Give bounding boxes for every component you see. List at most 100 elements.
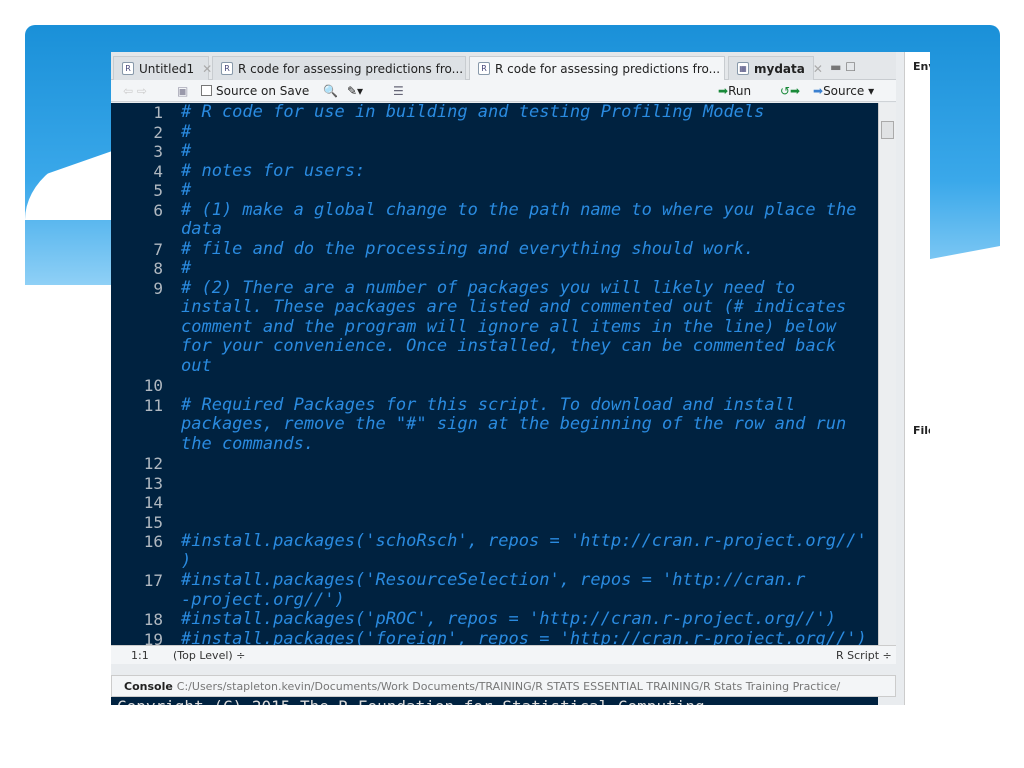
r-file-icon: R <box>122 62 134 75</box>
code-text: packages, remove the "#" sign at the beg… <box>181 414 847 434</box>
code-line: the commands. <box>111 433 878 455</box>
code-text: # R code for use in building and testing… <box>181 103 765 122</box>
code-line: 19 #install.packages('foreign', repos = '… <box>111 628 878 646</box>
line-number: 9 <box>153 278 163 298</box>
code-line: -project.org//') <box>111 589 878 611</box>
code-line: 9 # (2) There are a number of packages yo… <box>111 278 878 299</box>
r-file-icon: R <box>478 62 490 75</box>
save-icon[interactable]: ▣ <box>177 84 188 98</box>
line-number <box>111 357 163 377</box>
close-icon[interactable]: ✕ <box>813 62 823 76</box>
code-line: 16 #install.packages('schoRsch', repos = … <box>111 531 878 552</box>
tab-r-code-1[interactable]: RR code for assessing predictions fro...… <box>212 56 481 80</box>
tab-r-code-2[interactable]: RR code for assessing predictions fro...… <box>469 56 738 80</box>
code-text: the commands. <box>181 433 315 454</box>
code-text: # <box>181 121 192 142</box>
line-number: 1 <box>153 103 163 122</box>
console-output[interactable]: Copyright (C) 2015 The R Foundation for … <box>111 697 878 705</box>
line-number <box>111 435 163 455</box>
code-text: -project.org//') <box>181 589 345 610</box>
code-line: 11 # Required Packages for this script. T… <box>111 395 878 416</box>
code-line: 15 <box>111 513 878 533</box>
code-line: install. These packages are listed and c… <box>111 297 878 318</box>
editor-tabs: R Untitled1 ✕ RR code for assessing predic… <box>111 52 896 80</box>
line-number <box>111 298 163 318</box>
rerun-icon[interactable]: ↺➡ <box>780 84 800 98</box>
line-number: 5 <box>153 181 163 200</box>
code-line: 13 <box>111 474 878 494</box>
line-number: 2 <box>153 122 163 142</box>
code-line: for your convenience. Once installed, th… <box>111 336 878 357</box>
tab-mydata[interactable]: ▦ mydata ✕ <box>728 56 823 80</box>
line-number: 12 <box>143 454 163 473</box>
code-line: ) <box>111 551 878 572</box>
line-number: 7 <box>153 239 163 259</box>
right-panes: Env File <box>904 52 930 705</box>
filetype-selector[interactable]: R Script ÷ <box>836 649 892 662</box>
line-number: 18 <box>143 610 163 629</box>
code-line: 7 # file and do the processing and everyt… <box>111 238 878 260</box>
line-number: 11 <box>143 395 163 415</box>
code-text: # notes for users: <box>181 160 366 181</box>
editor-status-bar: 1:1 (Top Level) ÷ R Script ÷ <box>111 645 896 664</box>
source-button[interactable]: ➡Source ▾ <box>813 84 874 98</box>
tab-untitled1[interactable]: R Untitled1 ✕ <box>113 56 212 80</box>
code-text: #install.packages('pROC', repos = 'http:… <box>181 609 837 629</box>
compile-notebook-icon[interactable]: ☰ <box>393 84 404 98</box>
code-text: for your convenience. Once installed, th… <box>181 336 837 356</box>
code-text: # (1) make a global change to the path n… <box>181 199 857 220</box>
line-number: 10 <box>143 376 163 395</box>
code-text: #install.packages('ResourceSelection', r… <box>181 570 806 590</box>
code-line: 6 # (1) make a global change to the path … <box>111 199 878 221</box>
minimize-maximize-icon[interactable]: ▬ ☐ <box>830 60 856 74</box>
editor-scrollbar[interactable] <box>878 103 896 645</box>
run-button[interactable]: ➡Run <box>718 84 751 98</box>
code-line: data <box>111 219 878 240</box>
source-on-save-checkbox[interactable]: Source on Save <box>201 84 309 98</box>
table-icon: ▦ <box>737 62 749 75</box>
code-text: # <box>181 180 192 200</box>
editor-toolbar: ⇦ ⇨ ▣ Source on Save 🔍 ✎▾ ☰ ➡Run ↺➡ ➡Sou… <box>111 80 896 102</box>
code-text: # <box>181 258 192 278</box>
code-line: 18 #install.packages('pROC', repos = 'htt… <box>111 609 878 630</box>
line-number: 6 <box>153 200 163 220</box>
magic-wand-icon[interactable]: ✎▾ <box>347 84 363 98</box>
code-text: # <box>181 141 192 161</box>
scrollbar-thumb[interactable] <box>881 121 894 139</box>
line-number: 19 <box>143 629 163 646</box>
line-number: 4 <box>153 161 163 181</box>
search-icon[interactable]: 🔍 <box>323 84 338 98</box>
back-forward-icon[interactable]: ⇦ ⇨ <box>123 84 147 98</box>
code-line: 4 # notes for users: <box>111 160 878 182</box>
line-number: 16 <box>143 532 163 551</box>
line-number: 17 <box>143 571 163 590</box>
console-header: Console C:/Users/stapleton.kevin/Document… <box>111 675 896 697</box>
code-text: install. These packages are listed and c… <box>181 297 847 317</box>
code-line: 1 # R code for use in building and testin… <box>111 103 878 123</box>
line-number: 15 <box>143 512 163 532</box>
code-line: out <box>111 356 878 377</box>
line-number: 14 <box>143 493 163 512</box>
line-number <box>111 220 163 240</box>
line-number <box>111 415 163 435</box>
code-line: 5 # <box>111 180 878 201</box>
code-text: #install.packages('foreign', repos = 'ht… <box>181 628 867 645</box>
code-line: 8 # <box>111 258 878 279</box>
code-editor[interactable]: 1 # R code for use in building and testin… <box>111 103 878 645</box>
code-line: comment and the program will ignore all … <box>111 317 878 338</box>
r-file-icon: R <box>221 62 233 75</box>
code-line: 14 <box>111 493 878 513</box>
close-icon[interactable]: ✕ <box>202 62 212 76</box>
code-text: data <box>181 219 222 239</box>
code-line: 12 <box>111 454 878 474</box>
code-line: 2 # <box>111 121 878 143</box>
line-number <box>111 337 163 357</box>
scope-selector[interactable]: (Top Level) ÷ <box>173 649 245 662</box>
code-text: # file and do the processing and everyth… <box>181 238 755 259</box>
line-number: 13 <box>143 473 163 493</box>
